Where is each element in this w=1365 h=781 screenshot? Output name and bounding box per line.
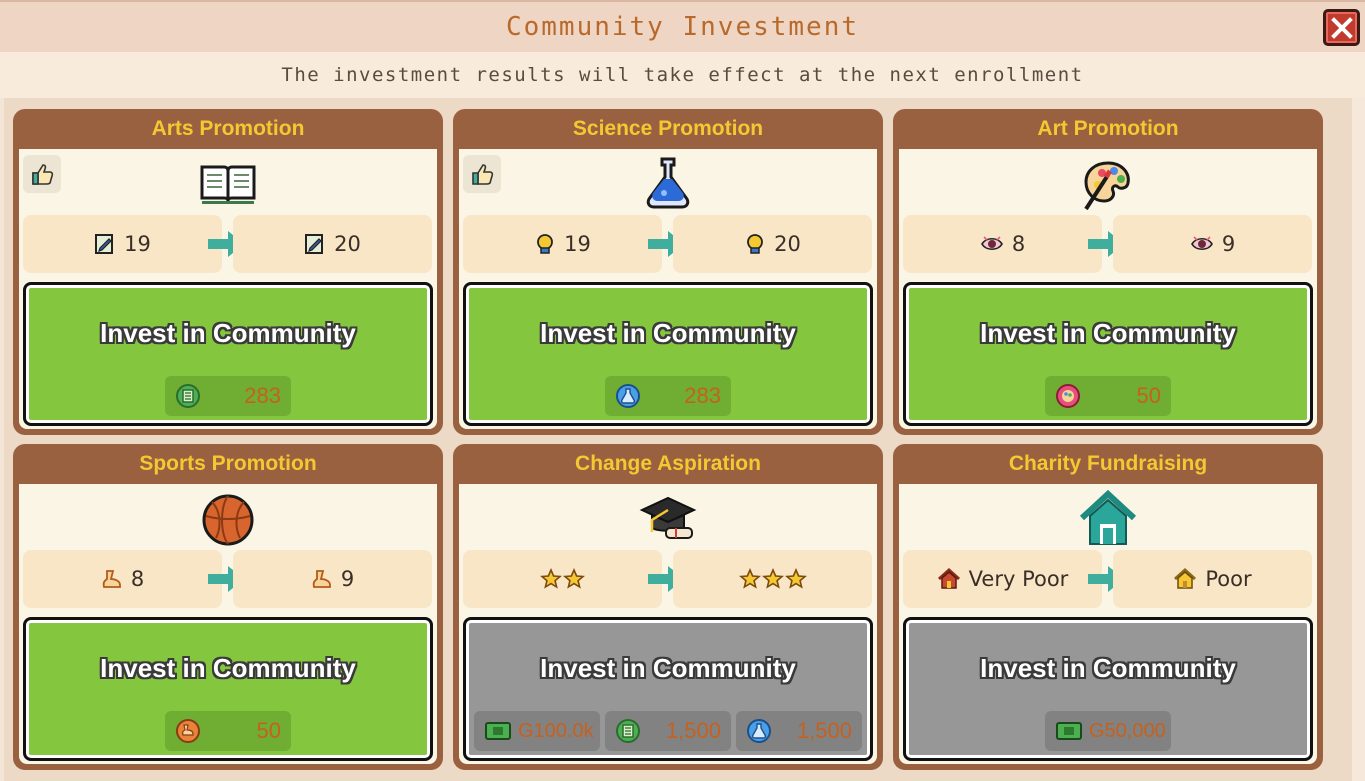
invest-label: Invest in Community — [980, 653, 1236, 683]
cost-row: 283 — [29, 376, 427, 416]
card-sports-promotion: Sports Promotion 8 9 Invest in Community… — [13, 444, 443, 770]
card-title: Sports Promotion — [139, 452, 317, 475]
star-icon — [738, 568, 761, 589]
stat-current: Very Poor — [903, 550, 1102, 608]
stat-current: 19 — [463, 215, 662, 273]
running-foot-icon — [101, 568, 123, 590]
stat-current: 19 — [23, 215, 222, 273]
star-icon — [784, 568, 807, 589]
stat-next — [673, 550, 872, 608]
invest-button[interactable]: Invest in Community 283 — [23, 282, 433, 426]
cash-icon — [1055, 720, 1083, 742]
pencil-paper-icon — [94, 233, 116, 255]
open-book-icon — [198, 153, 258, 213]
subtitle: The investment results will take effect … — [281, 64, 1084, 86]
invest-label: Invest in Community — [540, 653, 796, 683]
lightbulb-icon — [534, 233, 556, 255]
star-icon — [540, 568, 562, 589]
cost-row: 50 — [909, 376, 1307, 416]
stat-next: 20 — [233, 215, 432, 273]
invest-label: Invest in Community — [980, 318, 1236, 348]
flask-icon — [638, 153, 698, 213]
cost-item: G100.0k — [474, 711, 600, 751]
stat-current — [463, 550, 662, 608]
invest-button[interactable]: Invest in Community 50 — [23, 617, 433, 761]
thumbs-up-icon[interactable] — [23, 155, 61, 193]
invest-label: Invest in Community — [540, 318, 796, 348]
stat-next: 9 — [1113, 215, 1312, 273]
stat-next: 9 — [233, 550, 432, 608]
blue-flask-coin-icon — [746, 718, 772, 744]
invest-label: Invest in Community — [100, 318, 356, 348]
running-foot-icon — [311, 568, 333, 590]
cost-item: 1,500 — [605, 711, 731, 751]
cost-row: G50,000 — [909, 711, 1307, 751]
basketball-icon — [198, 488, 258, 548]
card-science-promotion: Science Promotion 19 20 Invest in Commun… — [453, 109, 883, 435]
card-title: Arts Promotion — [151, 117, 305, 140]
cost-item: 283 — [605, 376, 731, 416]
cost-row: 283 — [469, 376, 867, 416]
card-change-aspiration: Change Aspiration Invest in Community G1… — [453, 444, 883, 770]
invest-label: Invest in Community — [100, 653, 356, 683]
blue-flask-coin-icon — [615, 383, 641, 409]
eye-icon — [980, 234, 1004, 254]
star-rating — [540, 568, 585, 590]
star-icon — [563, 568, 585, 589]
house-icon — [1078, 488, 1138, 548]
cost-item: 50 — [165, 711, 291, 751]
cost-item: G50,000 — [1045, 711, 1171, 751]
card-art-promotion: Art Promotion 8 9 Invest in Community 50 — [893, 109, 1323, 435]
orange-sports-coin-icon — [175, 718, 201, 744]
card-charity-fundraising: Charity Fundraising Very Poor Poor Inves… — [893, 444, 1323, 770]
cost-item: 1,500 — [736, 711, 862, 751]
house-small-icon — [937, 567, 961, 591]
thumbs-up-icon[interactable] — [463, 155, 501, 193]
eye-icon — [1190, 234, 1214, 254]
card-title: Art Promotion — [1037, 117, 1179, 140]
pencil-paper-icon — [304, 233, 326, 255]
card-arts-promotion: Arts Promotion 19 20 Invest in Community… — [13, 109, 443, 435]
stat-next: Poor — [1113, 550, 1312, 608]
cost-row: G100.0k 1,500 1,500 — [469, 711, 867, 751]
star-icon — [761, 568, 784, 589]
cost-row: 50 — [29, 711, 427, 751]
house-small-icon — [1173, 567, 1197, 591]
stat-current: 8 — [23, 550, 222, 608]
invest-button[interactable]: Invest in Community 283 — [463, 282, 873, 426]
cash-icon — [484, 720, 512, 742]
scroll-strip — [1352, 98, 1365, 781]
green-book-coin-icon — [175, 383, 201, 409]
card-title: Science Promotion — [572, 117, 764, 140]
invest-button[interactable]: Invest in Community G100.0k 1,500 1,500 — [463, 617, 873, 761]
lightbulb-icon — [744, 233, 766, 255]
card-title: Change Aspiration — [575, 452, 761, 475]
cost-item: 283 — [165, 376, 291, 416]
graduation-cap-icon — [638, 488, 698, 548]
close-icon[interactable] — [1323, 9, 1360, 46]
invest-button[interactable]: Invest in Community 50 — [903, 282, 1313, 426]
paint-palette-icon — [1078, 153, 1138, 213]
card-title: Charity Fundraising — [1008, 452, 1208, 475]
star-rating — [738, 568, 807, 590]
invest-button[interactable]: Invest in Community G50,000 — [903, 617, 1313, 761]
green-book-coin-icon — [615, 718, 641, 744]
window-title: Community Investment — [505, 12, 860, 42]
cost-item: 50 — [1045, 376, 1171, 416]
stat-current: 8 — [903, 215, 1102, 273]
subtitle-bar: The investment results will take effect … — [0, 52, 1365, 98]
pink-palette-coin-icon — [1055, 383, 1081, 409]
title-bar: Community Investment — [0, 0, 1365, 52]
stat-next: 20 — [673, 215, 872, 273]
